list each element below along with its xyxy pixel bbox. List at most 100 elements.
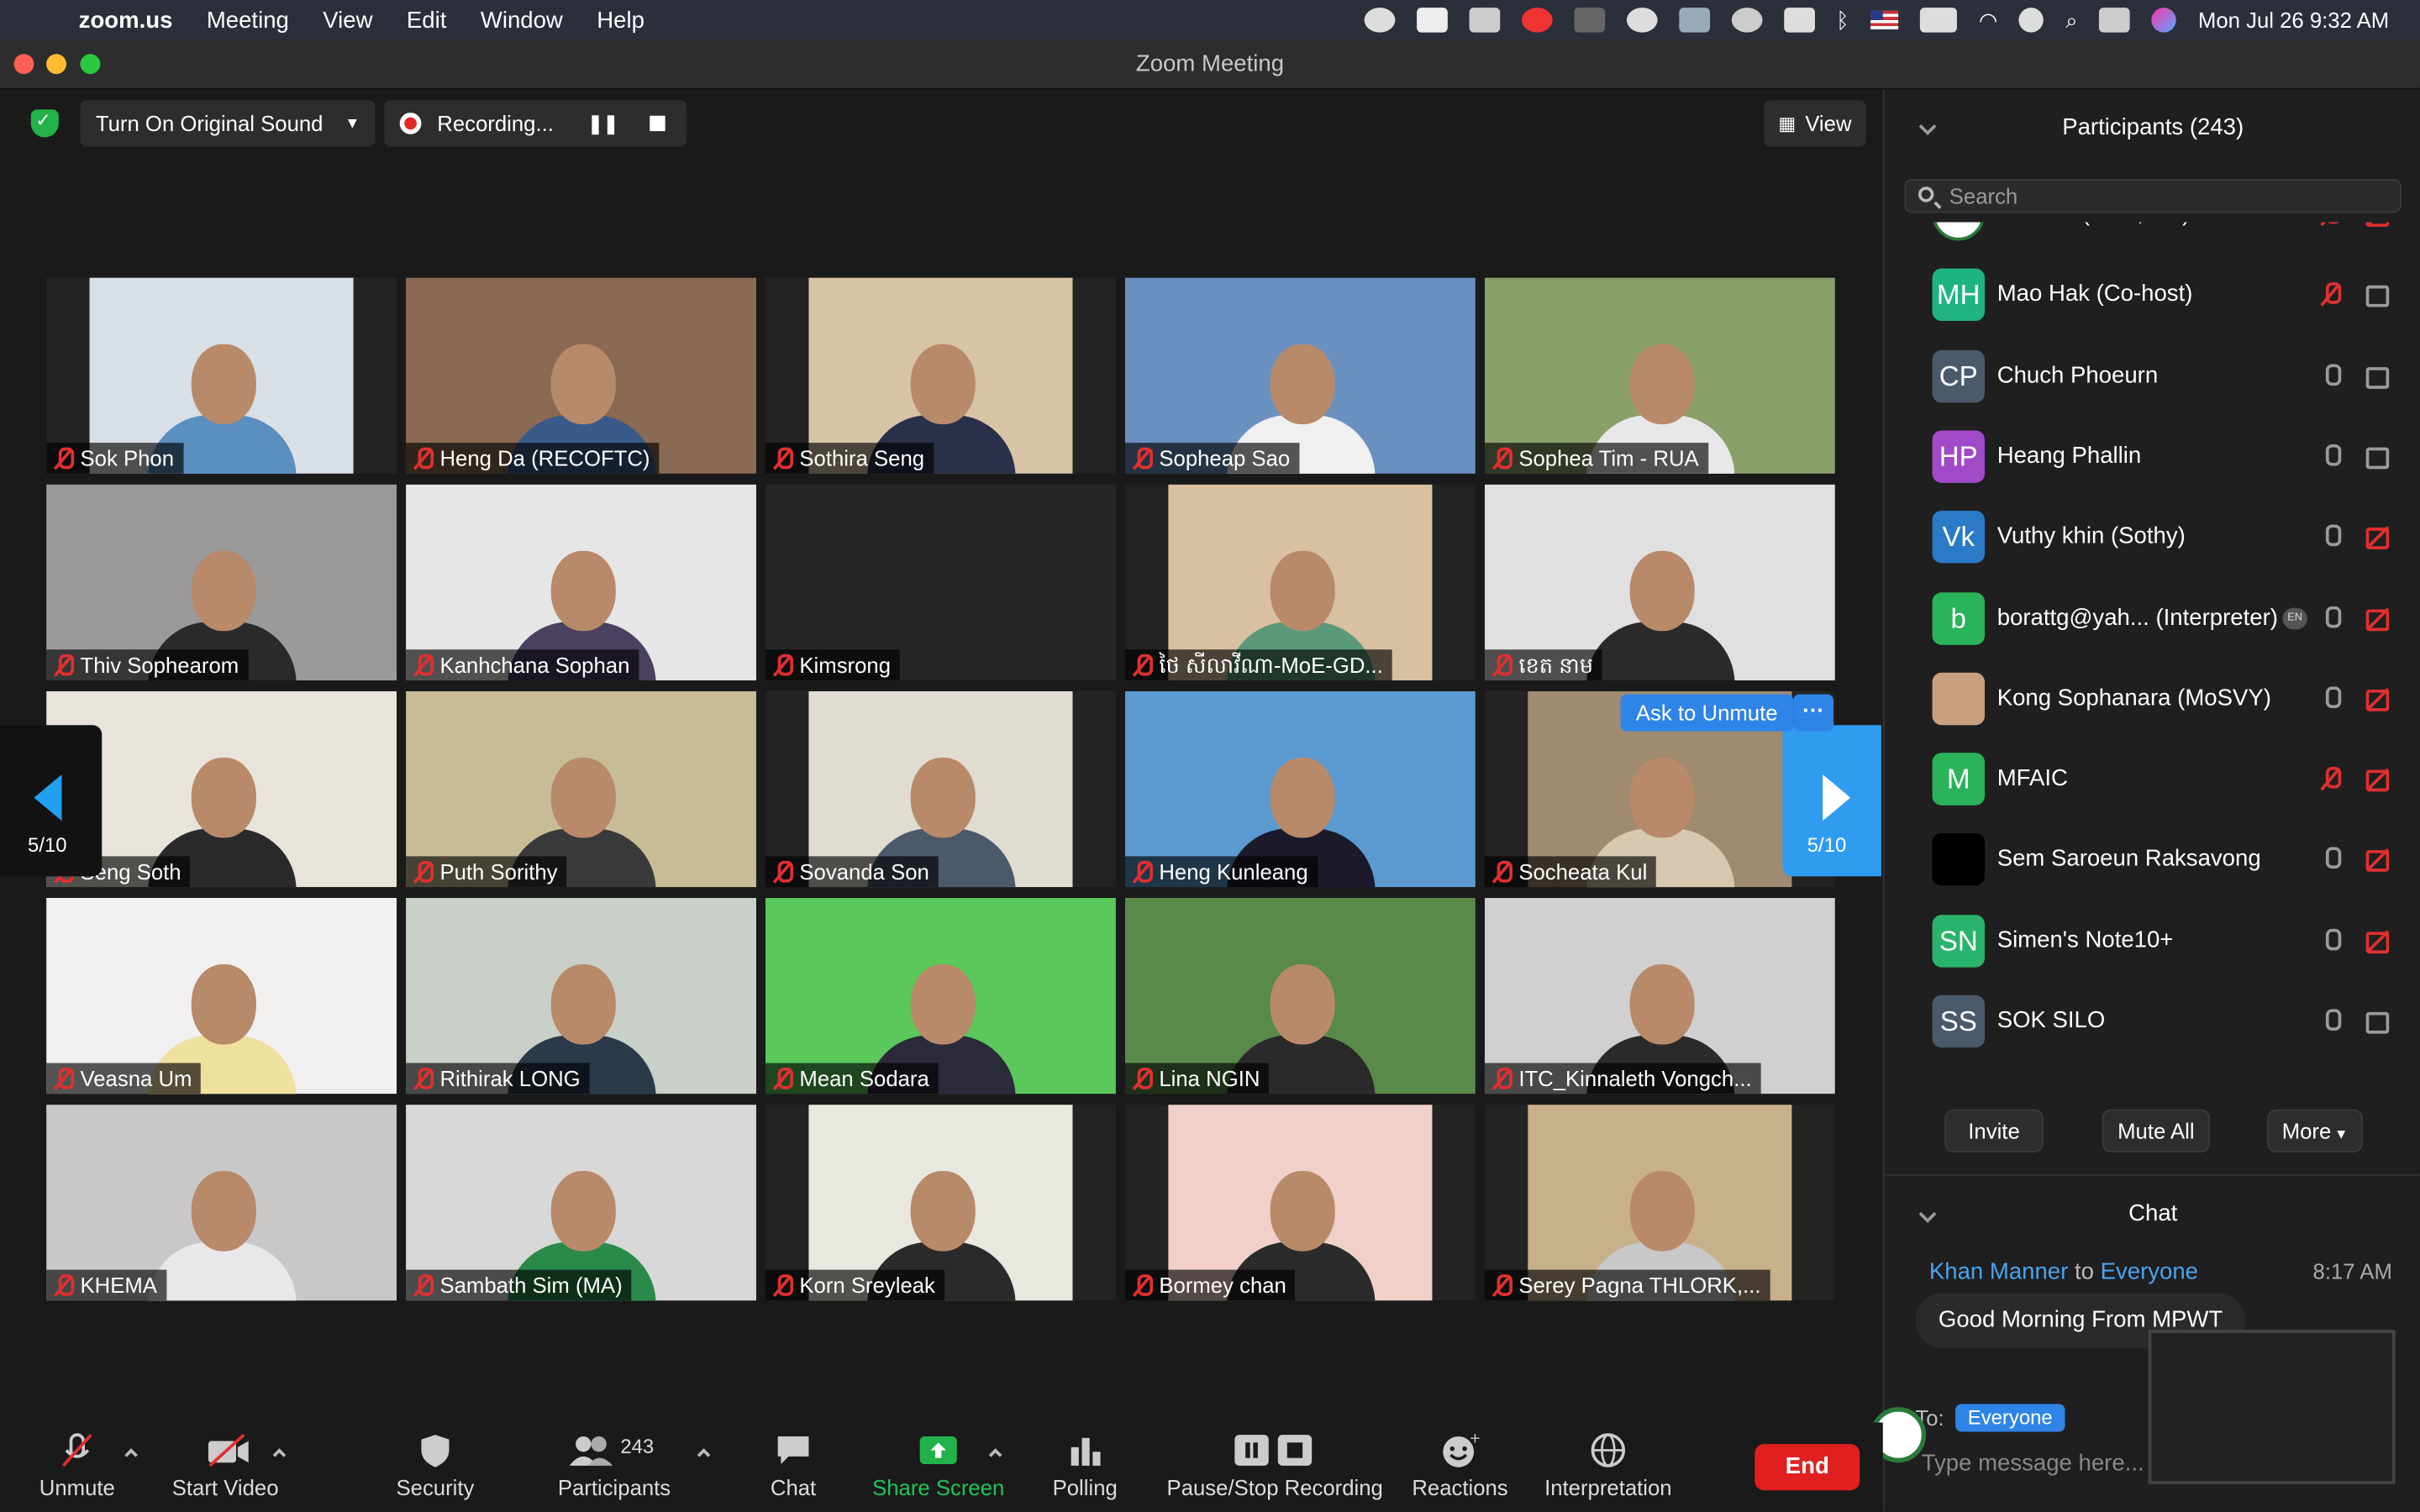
screen-share-icon[interactable] <box>1678 8 1710 33</box>
video-tile[interactable]: Sambath Sim (MA) <box>406 1105 756 1301</box>
pause-stop-recording-button[interactable]: Pause/Stop Recording <box>1167 1431 1383 1499</box>
wifi-icon[interactable]: ◠ <box>1979 7 1997 33</box>
control-center-icon[interactable] <box>2099 8 2131 33</box>
participant-row[interactable]: Vk Vuthy khin (Sothy) <box>1885 499 2420 580</box>
previous-page-button[interactable]: 5/10 <box>0 725 103 877</box>
tile-more-options-button[interactable]: ··· <box>1793 694 1833 732</box>
interpretation-button[interactable]: Interpretation <box>1540 1431 1676 1499</box>
video-tile[interactable]: ITC_Kinnaleth Vongch... <box>1484 897 1835 1095</box>
security-button[interactable]: Security <box>392 1431 479 1499</box>
video-camera-off-icon[interactable] <box>2365 850 2391 873</box>
microphone-icon[interactable] <box>2321 1009 2342 1033</box>
zoom-status-icon[interactable] <box>1416 8 1448 33</box>
start-video-button[interactable]: Start Video <box>166 1431 284 1499</box>
chat-recipient-dropdown[interactable]: Everyone <box>1955 1404 2065 1432</box>
video-tile[interactable]: Rithirak LONG <box>406 897 756 1095</box>
video-tile[interactable]: Lina NGIN <box>1124 897 1476 1095</box>
participant-row[interactable]: SN Simen's Note10+ <box>1885 902 2420 983</box>
participants-list[interactable]: CCCA3 (Host, me) MH Mao Hak (Co-host) CP Chu… <box>1885 222 2420 1086</box>
text-icon[interactable] <box>1574 8 1605 33</box>
mute-all-button[interactable]: Mute All <box>2102 1109 2211 1153</box>
video-tile[interactable]: Thiv Sophearom <box>46 484 397 680</box>
video-camera-icon[interactable] <box>2365 366 2391 389</box>
user-icon[interactable] <box>2019 8 2044 33</box>
microphone-icon[interactable] <box>2321 928 2342 953</box>
video-tile[interactable]: Kanhchana Sophan <box>406 484 756 680</box>
chat-sender[interactable]: Khan Manner <box>1929 1259 2068 1285</box>
video-tile[interactable]: Serey Pagna THLORK,... <box>1484 1105 1835 1301</box>
chat-recipient[interactable]: Everyone <box>2101 1259 2198 1285</box>
menu-window[interactable]: Window <box>464 7 580 33</box>
microphone-muted-icon[interactable] <box>2321 282 2342 307</box>
participant-row[interactable]: Sem Saroeun Raksavong <box>1885 822 2420 902</box>
encryption-shield-icon[interactable] <box>30 109 59 138</box>
video-camera-off-icon[interactable] <box>2365 528 2391 550</box>
video-tile[interactable]: ខេត នាម <box>1484 484 1835 680</box>
microphone-icon[interactable] <box>2321 848 2342 872</box>
share-screen-button[interactable]: Share Screen <box>871 1431 1007 1499</box>
video-camera-off-icon[interactable] <box>2365 689 2391 711</box>
microphone-icon[interactable] <box>2321 363 2342 388</box>
stop-recording-icon[interactable] <box>649 115 666 132</box>
microphone-muted-icon[interactable] <box>2321 767 2342 791</box>
participant-row[interactable]: CP Chuch Phoeurn <box>1885 337 2420 417</box>
video-camera-icon[interactable] <box>2365 447 2391 470</box>
video-camera-icon[interactable] <box>2365 1011 2391 1034</box>
participant-row[interactable]: MH Mao Hak (Co-host) <box>1885 256 2420 337</box>
participant-row[interactable]: HP Heang Phallin <box>1885 418 2420 499</box>
participants-button[interactable]: 243 Participants <box>553 1431 676 1499</box>
unmute-button[interactable]: Unmute <box>34 1431 120 1499</box>
video-camera-off-icon[interactable] <box>2365 608 2391 631</box>
notification-icon[interactable] <box>1521 8 1553 33</box>
video-tile[interactable]: Kimsrong <box>765 484 1116 680</box>
chevron-down-icon[interactable]: ▼ <box>345 115 360 132</box>
invite-button[interactable]: Invite <box>1944 1109 2044 1153</box>
video-tile[interactable]: KHEMA <box>46 1105 397 1301</box>
siri-icon[interactable] <box>2151 8 2177 33</box>
video-camera-off-icon[interactable] <box>2365 222 2391 227</box>
video-tile[interactable]: ថៃ សីលាវីណា-MoE-GD... <box>1124 484 1476 680</box>
ask-to-unmute-button[interactable]: Ask to Unmute <box>1620 694 1793 732</box>
next-page-button[interactable]: 5/10 <box>1782 725 1881 877</box>
polling-button[interactable]: Polling <box>1046 1431 1123 1499</box>
participants-search-input[interactable]: Search <box>1904 179 2402 213</box>
play-icon[interactable] <box>1626 8 1658 33</box>
video-tile[interactable]: Sothira Seng <box>765 277 1116 474</box>
microphone-icon[interactable] <box>2321 685 2342 711</box>
reactions-button[interactable]: + Reactions <box>1411 1430 1510 1499</box>
screen-share-thumbnail[interactable] <box>2148 1330 2396 1484</box>
us-flag-input-icon[interactable] <box>1870 10 1899 29</box>
microphone-muted-icon[interactable] <box>2321 222 2342 227</box>
participant-row[interactable]: SS SOK SILO <box>1885 983 2420 1063</box>
video-tile[interactable]: Veasna Um <box>46 897 397 1095</box>
video-camera-icon[interactable] <box>2365 286 2391 308</box>
menu-help[interactable]: Help <box>580 7 661 33</box>
clock[interactable]: Mon Jul 26 9:32 AM <box>2198 8 2389 32</box>
menu-edit[interactable]: Edit <box>390 7 464 33</box>
original-sound-button[interactable]: Turn On Original Sound ▼ <box>80 100 376 147</box>
participant-row[interactable]: M MFAIC <box>1885 741 2420 822</box>
chat-button[interactable]: Chat <box>760 1431 828 1499</box>
participant-row[interactable]: b borattg@yah... (Interpreter) EN <box>1885 580 2420 660</box>
pause-recording-icon[interactable]: ❚❚ <box>587 113 618 134</box>
end-meeting-button[interactable]: End <box>1754 1444 1860 1491</box>
participants-options-caret-icon[interactable] <box>697 1448 711 1462</box>
participant-row[interactable]: Kong Sophanara (MoSVY) <box>1885 660 2420 741</box>
video-camera-off-icon[interactable] <box>2365 769 2391 792</box>
keyboard-icon[interactable] <box>1783 8 1815 33</box>
video-tile[interactable]: Sovanda Son <box>765 690 1116 888</box>
menu-view[interactable]: View <box>306 7 390 33</box>
video-tile[interactable]: Sopheap Sao <box>1124 277 1476 474</box>
video-camera-off-icon[interactable] <box>2365 931 2391 953</box>
video-tile[interactable]: Puth Sorithy <box>406 690 756 888</box>
microphone-icon[interactable] <box>2321 524 2342 549</box>
menu-meeting[interactable]: Meeting <box>190 7 306 33</box>
battery-icon[interactable] <box>1920 8 1958 33</box>
video-tile[interactable]: Sophea Tim - RUA <box>1484 277 1835 474</box>
video-tile[interactable]: Mean Sodara <box>765 897 1116 1095</box>
microphone-icon[interactable] <box>2321 444 2342 469</box>
video-tile[interactable]: Heng Da (RECOFTC) <box>406 277 756 474</box>
spotlight-search-icon[interactable]: ⌕ <box>2065 7 2077 33</box>
clapper-icon[interactable] <box>1469 8 1500 33</box>
video-tile[interactable]: Korn Sreyleak <box>765 1105 1116 1301</box>
